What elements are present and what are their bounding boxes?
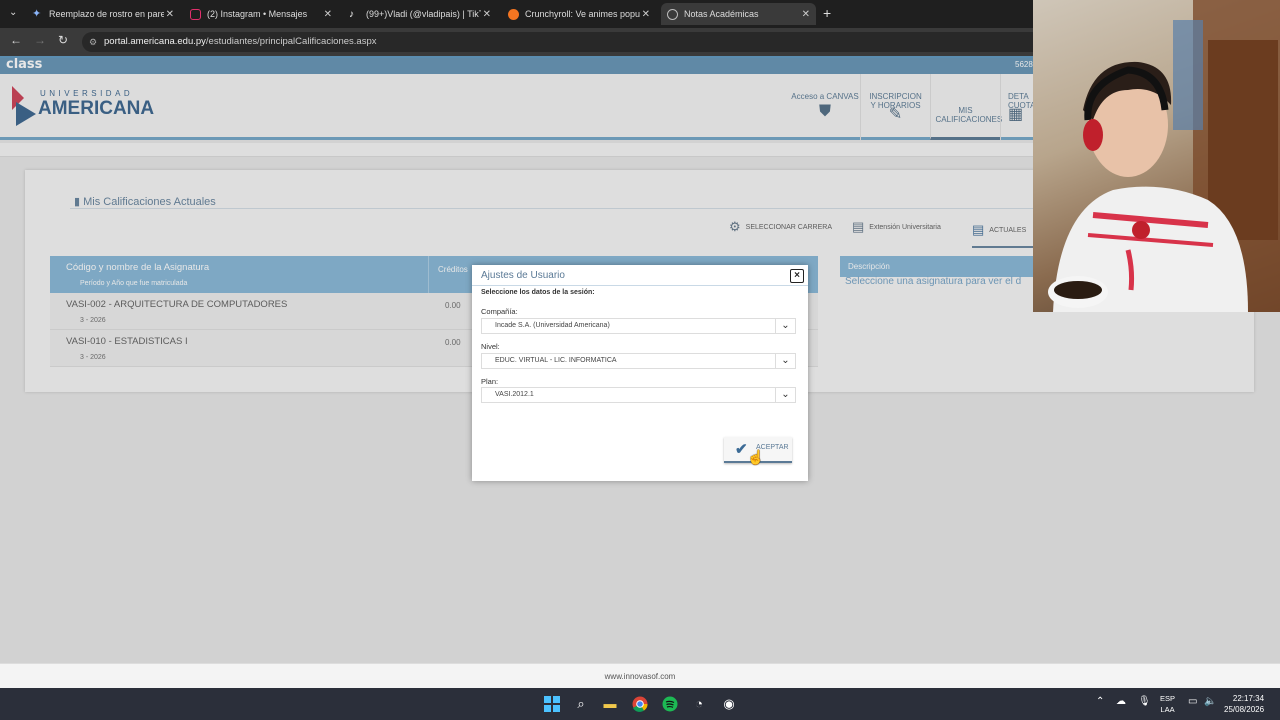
url-field[interactable]: ⚙ portal.americana.edu.py/estudiantes/pr…: [82, 32, 1042, 52]
close-tab-icon[interactable]: ✕: [483, 9, 491, 20]
language-indicator[interactable]: ESP LAA: [1160, 693, 1175, 715]
webcam-overlay: [1033, 0, 1280, 312]
microphone-icon[interactable]: 🎙: [1138, 696, 1151, 707]
dialog-intro: Seleccione los datos de la sesión:: [481, 289, 595, 296]
browser-tab[interactable]: ♪ (99+)Vladi (@vladipais) | TikTok ✕: [343, 3, 497, 25]
dialog-divider: [472, 285, 808, 286]
tray-chevron-up-icon[interactable]: ⌃: [1096, 696, 1104, 707]
plan-select[interactable]: VASI.2012.1 ⌄: [481, 387, 796, 403]
chevron-down-icon[interactable]: ⌄: [775, 388, 795, 402]
page-footer: www.innovasof.com: [0, 663, 1280, 688]
site-info-icon[interactable]: ⚙: [89, 32, 97, 52]
file-explorer-icon[interactable]: ▬: [601, 695, 619, 713]
obs-icon[interactable]: ◉: [720, 695, 738, 713]
sparkle-icon: ✦: [32, 7, 42, 20]
check-icon: ✔: [735, 441, 748, 458]
browser-tab[interactable]: Crunchyroll: Ve animes popular ✕: [502, 3, 656, 25]
search-icon[interactable]: ⌕: [572, 695, 590, 713]
browser-tab[interactable]: (2) Instagram • Mensajes ✕: [184, 3, 338, 25]
forward-icon[interactable]: →: [34, 33, 46, 47]
browser-tab[interactable]: ✦ Reemplazo de rostro en pareja ✕: [26, 3, 180, 25]
webcam-person-picture: [1048, 0, 1280, 312]
chevron-down-icon[interactable]: ⌄: [775, 319, 795, 333]
browser-tab-active[interactable]: Notas Académicas ✕: [661, 3, 816, 25]
company-label: Compañía:: [481, 307, 518, 316]
display-icon[interactable]: ▭: [1188, 696, 1197, 707]
close-tab-icon[interactable]: ✕: [642, 9, 650, 20]
start-icon[interactable]: [543, 695, 561, 713]
plan-label: Plan:: [481, 377, 499, 386]
tiktok-icon: ♪: [349, 8, 354, 20]
close-icon[interactable]: ×: [790, 269, 804, 283]
taskbar-clock[interactable]: 22:17:34 25/08/2026: [1224, 693, 1264, 715]
app-icon[interactable]: ◔: [690, 695, 708, 713]
new-tab-icon[interactable]: +: [823, 5, 831, 21]
cloud-icon[interactable]: ☁: [1116, 696, 1126, 707]
tab-list-chevron-icon[interactable]: ⌄: [9, 7, 17, 18]
dialog-title: Ajustes de Usuario: [481, 270, 565, 281]
windows-taskbar: ⌕ ▬ ◔ ◉ ⌃ ☁ 🎙 ESP LAA ▭ 🔈 22:17:34 25/08…: [0, 688, 1280, 720]
instagram-icon: [190, 8, 201, 20]
reload-icon[interactable]: ↻: [58, 33, 68, 47]
volume-icon[interactable]: 🔈: [1204, 696, 1216, 707]
globe-icon: [667, 8, 678, 20]
crunchyroll-icon: [508, 8, 519, 20]
company-select[interactable]: Incade S.A. (Universidad Americana) ⌄: [481, 318, 796, 334]
close-tab-icon[interactable]: ✕: [324, 9, 332, 20]
chrome-icon[interactable]: [631, 695, 649, 713]
mouse-cursor-icon: ☝: [747, 449, 765, 465]
back-icon[interactable]: ←: [10, 33, 22, 47]
level-label: Nivel:: [481, 342, 500, 351]
level-select[interactable]: EDUC. VIRTUAL - LIC. INFORMATICA ⌄: [481, 353, 796, 369]
chevron-down-icon[interactable]: ⌄: [775, 354, 795, 368]
close-tab-icon[interactable]: ✕: [802, 9, 810, 20]
spotify-icon[interactable]: [661, 695, 679, 713]
close-tab-icon[interactable]: ✕: [166, 9, 174, 20]
